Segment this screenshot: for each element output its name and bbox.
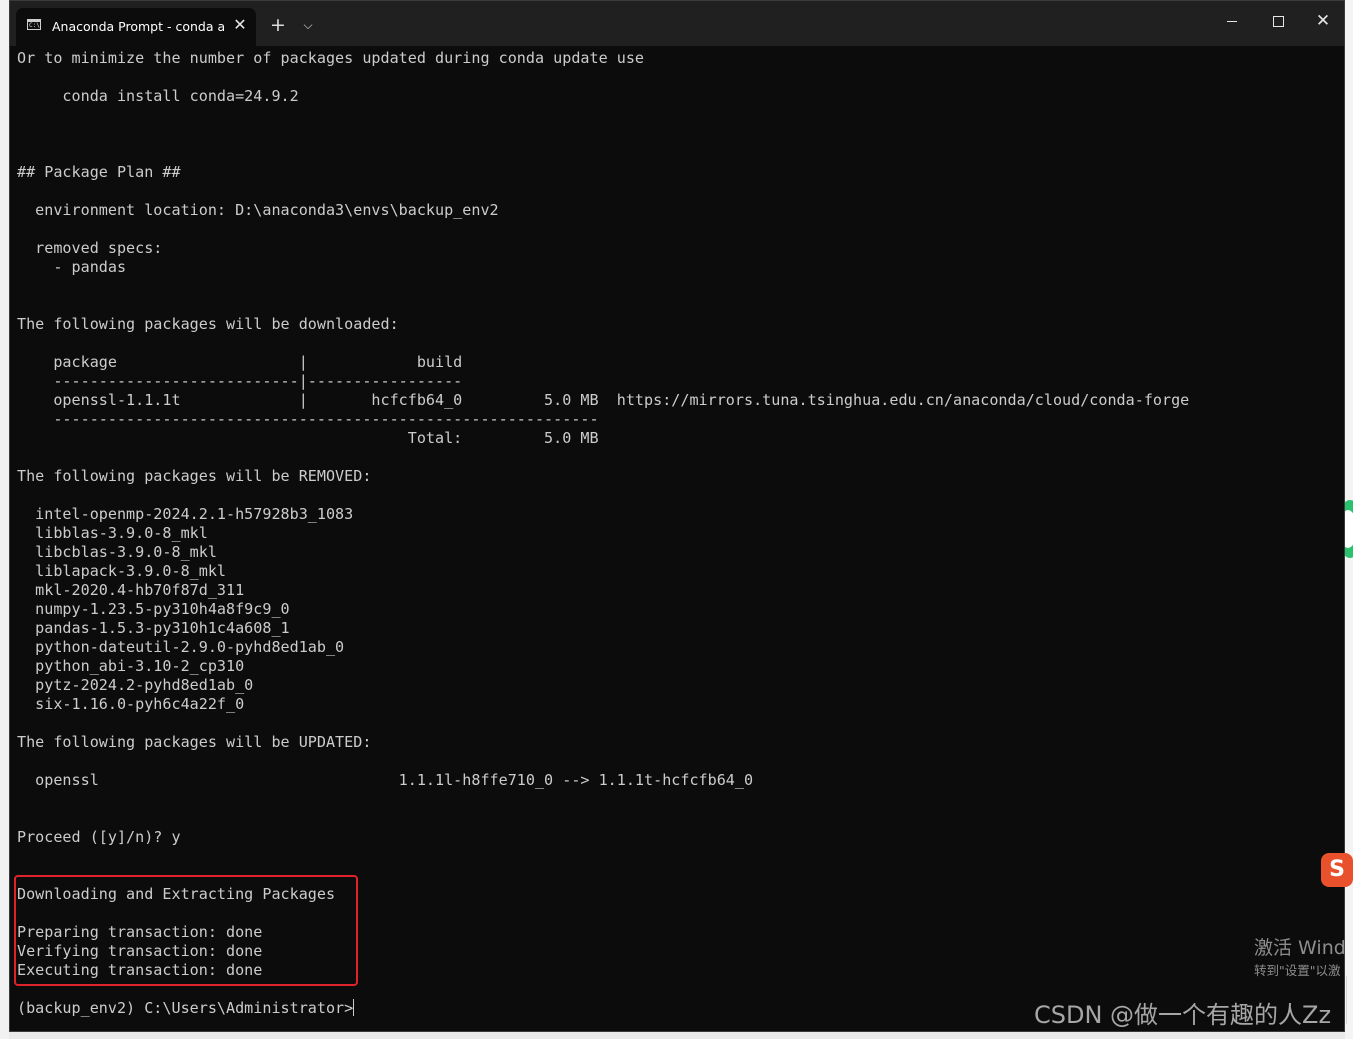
maximize-button[interactable] bbox=[1255, 1, 1301, 41]
text-cursor-marker bbox=[1346, 976, 1347, 1024]
minimize-button[interactable] bbox=[1209, 1, 1255, 41]
console-line: mkl-2020.4-hb70f87d_311 bbox=[17, 581, 245, 599]
tab-title: Anaconda Prompt - conda ac bbox=[52, 19, 224, 34]
minimize-icon bbox=[1227, 20, 1237, 22]
console-line: numpy-1.23.5-py310h4a8f9c9_0 bbox=[17, 600, 290, 618]
console-icon: C:\ bbox=[27, 19, 41, 30]
console-line: openssl 1.1.1l-h8ffe710_0 --> 1.1.1t-hcf… bbox=[17, 771, 754, 789]
console-line: The following packages will be UPDATED: bbox=[17, 733, 372, 751]
prompt-text: (backup_env2) C:\Users\Administrator> bbox=[17, 999, 354, 1017]
console-line: ## Package Plan ## bbox=[17, 163, 181, 181]
background-window-left bbox=[0, 0, 9, 1039]
tab-anaconda-prompt[interactable]: C:\ Anaconda Prompt - conda ac ✕ bbox=[16, 8, 256, 46]
console-line: ----------------------------------------… bbox=[17, 410, 599, 428]
csdn-watermark: CSDN @做一个有趣的人Zz bbox=[1034, 1001, 1332, 1029]
chevron-down-icon[interactable]: ⌵ bbox=[298, 14, 318, 36]
highlight-annotation-box bbox=[14, 875, 358, 986]
activate-windows-title: 激活 Wind bbox=[1254, 937, 1346, 959]
console-line: python_abi-3.10-2_cp310 bbox=[17, 657, 245, 675]
close-tab-icon[interactable]: ✕ bbox=[230, 14, 250, 36]
console-line: libblas-3.9.0-8_mkl bbox=[17, 524, 208, 542]
console-line: Proceed ([y]/n)? y bbox=[17, 828, 181, 846]
activate-windows-hint: 转到"设置"以激 bbox=[1254, 963, 1341, 978]
console-line: removed specs: bbox=[17, 239, 163, 257]
console-line: python-dateutil-2.9.0-pyhd8ed1ab_0 bbox=[17, 638, 345, 656]
console-line: Or to minimize the number of packages up… bbox=[17, 49, 645, 67]
console-line: conda install conda=24.9.2 bbox=[17, 87, 299, 105]
console-line: ---------------------------|------------… bbox=[17, 372, 463, 390]
sogou-ime-icon[interactable]: S bbox=[1321, 853, 1353, 887]
console-line: The following packages will be downloade… bbox=[17, 315, 399, 333]
console-line: pytz-2024.2-pyhd8ed1ab_0 bbox=[17, 676, 254, 694]
console-line: intel-openmp-2024.2.1-h57928b3_1083 bbox=[17, 505, 354, 523]
new-tab-button[interactable]: + bbox=[268, 14, 288, 36]
console-line: liblapack-3.9.0-8_mkl bbox=[17, 562, 227, 580]
console-line: libcblas-3.9.0-8_mkl bbox=[17, 543, 217, 561]
console-line: The following packages will be REMOVED: bbox=[17, 467, 372, 485]
title-bar[interactable]: C:\ Anaconda Prompt - conda ac ✕ + ⌵ ✕ bbox=[10, 1, 1344, 46]
console-line: - pandas bbox=[17, 258, 127, 276]
caret bbox=[353, 999, 355, 1016]
console-line: package | build bbox=[17, 353, 463, 371]
console-line: pandas-1.5.3-py310h1c4a608_1 bbox=[17, 619, 290, 637]
console-line: Total: 5.0 MB bbox=[17, 429, 599, 447]
console-line: six-1.16.0-pyh6c4a22f_0 bbox=[17, 695, 245, 713]
terminal-window: C:\ Anaconda Prompt - conda ac ✕ + ⌵ ✕ O… bbox=[9, 0, 1347, 1032]
console-line: environment location: D:\anaconda3\envs\… bbox=[17, 201, 499, 219]
console-line: openssl-1.1.1t | hcfcfb64_0 5.0 MB https… bbox=[17, 391, 1190, 409]
close-window-button[interactable]: ✕ bbox=[1300, 1, 1346, 41]
maximize-icon bbox=[1272, 15, 1284, 27]
